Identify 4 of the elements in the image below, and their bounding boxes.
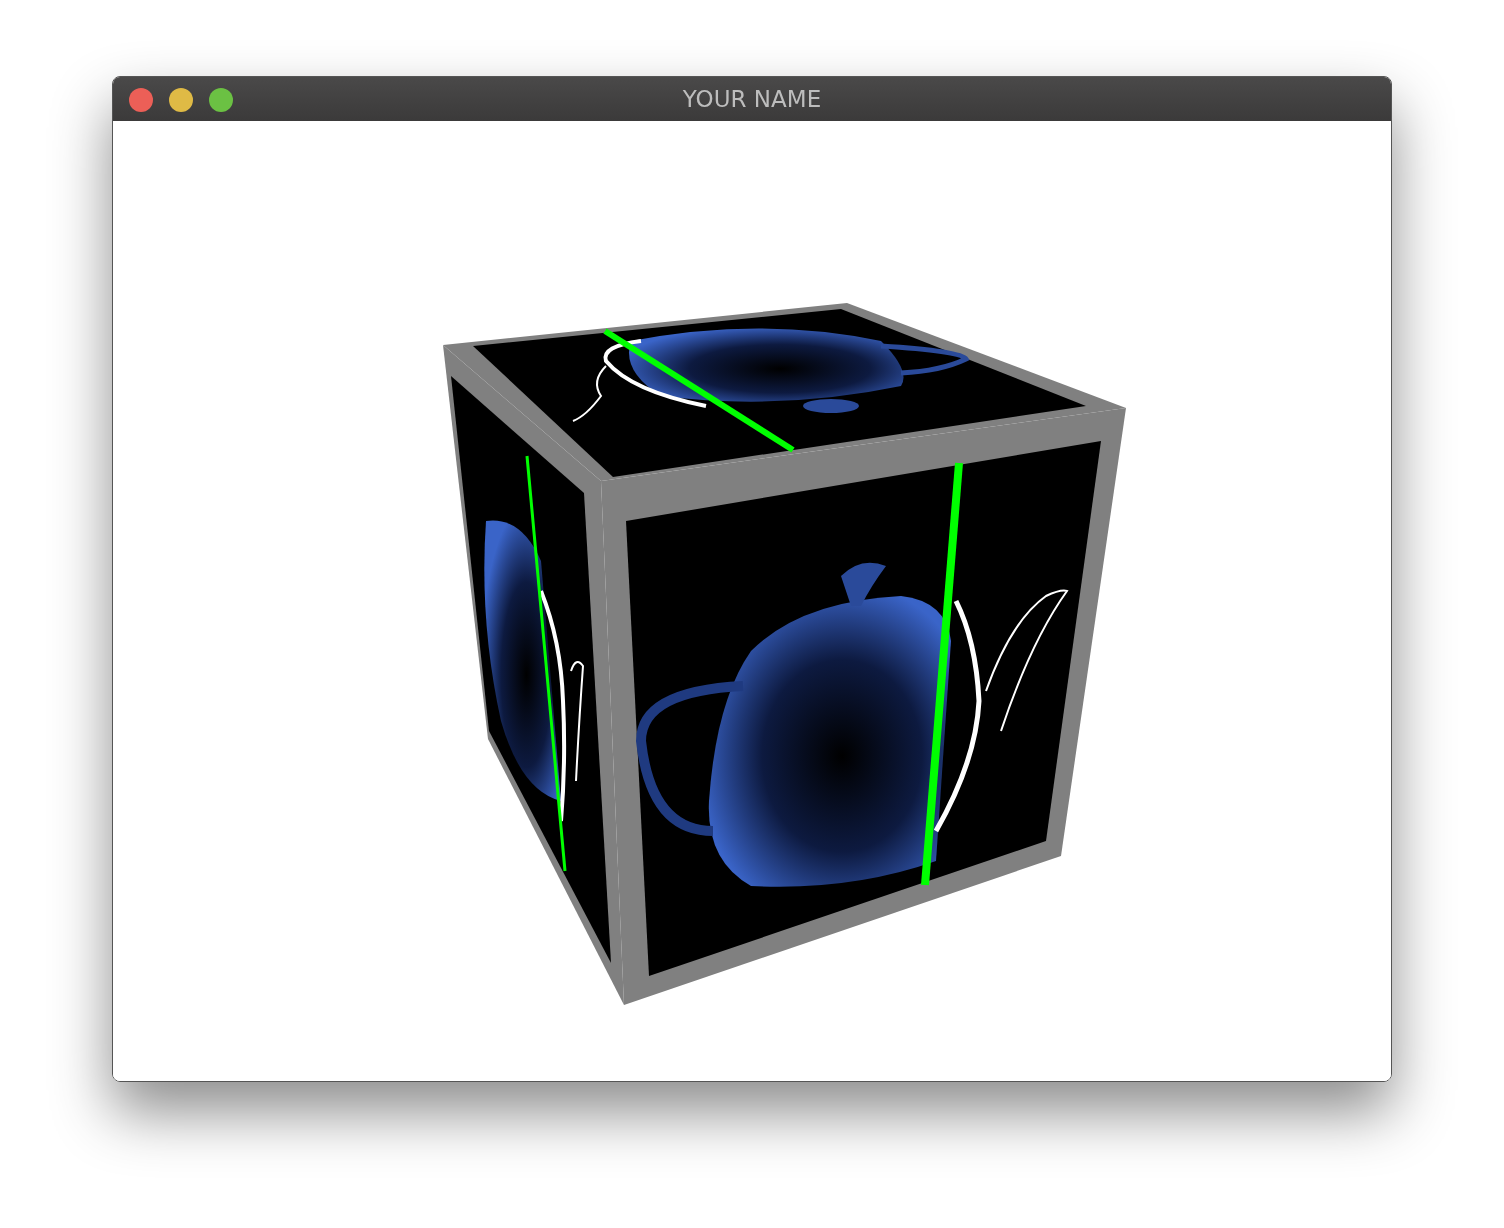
window-title: YOUR NAME — [682, 86, 822, 112]
minimize-button[interactable] — [169, 88, 193, 112]
zoom-button[interactable] — [209, 88, 233, 112]
close-button[interactable] — [129, 88, 153, 112]
